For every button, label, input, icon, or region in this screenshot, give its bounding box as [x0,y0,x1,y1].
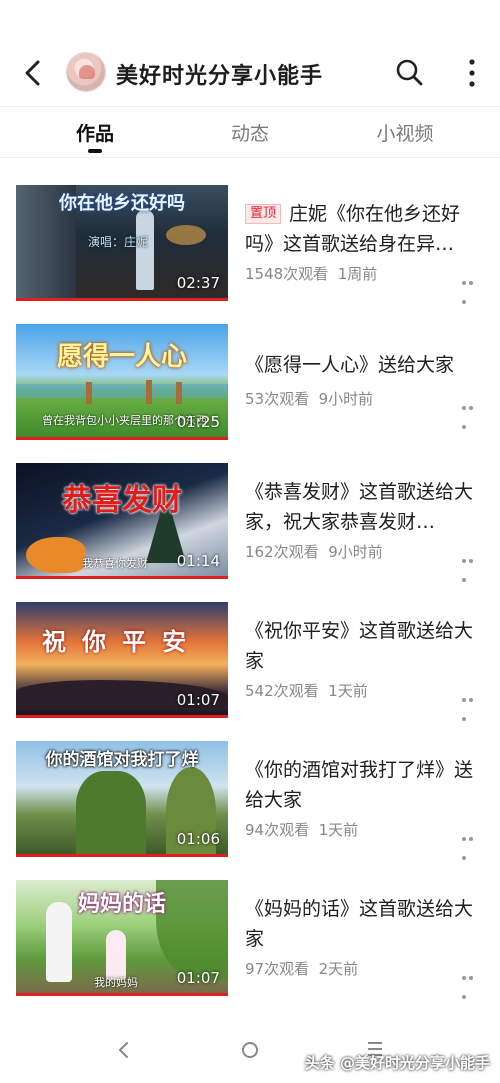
publish-time: 9小时前 [328,543,383,561]
video-info: 《祝你平安》这首歌送给大家 [245,616,485,676]
thumbnail-title: 恭喜发财 [62,483,182,518]
video-meta: 53次观看 9小时前 [245,388,373,409]
duration-label: 01:14 [176,552,220,570]
thumbnail-subtitle: 演唱：庄妮 [88,235,149,249]
list-item[interactable]: 祝你平安 01:07 《祝你平安》这首歌送给大家 542次观看 1天前 [0,602,500,721]
video-info: 《你的酒馆对我打了烊》送给大家 [245,755,485,815]
view-count: 542次观看 [245,682,319,700]
video-meta: 542次观看 1天前 [245,680,368,701]
nav-home-icon[interactable] [240,1040,260,1060]
video-thumbnail[interactable]: 你的酒馆对我打了烊 01:06 [16,741,228,857]
video-meta: 1548次观看 1周前 [245,263,377,284]
more-options-icon[interactable] [462,826,482,860]
duration-label: 01:25 [176,413,220,431]
more-vertical-icon[interactable] [466,58,478,88]
video-meta: 94次观看 1天前 [245,819,358,840]
view-count: 1548次观看 [245,265,329,283]
duration-label: 01:07 [176,691,220,709]
video-meta: 97次观看 2天前 [245,958,358,979]
video-thumbnail[interactable]: 祝你平安 01:07 [16,602,228,718]
duration-label: 01:07 [176,969,220,987]
list-item[interactable]: 你在他乡还好吗 演唱：庄妮 02:37 置顶 庄妮《你在他乡还好吗》这首歌送给身在… [0,185,500,304]
video-info: 《愿得一人心》送给大家 [245,338,485,380]
video-title[interactable]: 《祝你平安》这首歌送给大家 [245,616,485,676]
video-title[interactable]: 《妈妈的话》这首歌送给大家 [245,894,485,954]
back-arrow-icon[interactable] [18,58,48,88]
thumbnail-subtitle: 我的妈妈 [94,976,138,989]
video-info: 《妈妈的话》这首歌送给大家 [245,894,485,954]
more-options-icon[interactable] [462,270,482,304]
video-title[interactable]: 置顶 庄妮《你在他乡还好吗》这首歌送给身在异… [245,199,485,259]
tab-bar: 作品 动态 小视频 [0,106,500,158]
thumbnail-title: 妈妈的话 [77,892,166,917]
page-title: 美好时光分享小能手 [116,64,324,89]
thumbnail-title: 祝你平安 [42,628,202,656]
video-thumbnail[interactable]: 妈妈的话 我的妈妈 01:07 [16,880,228,996]
thumbnail-title: 你在他乡还好吗 [59,193,185,214]
watermark-text: 头条 @美好时光分享小能手 [304,1054,490,1072]
active-tab-indicator [88,149,102,153]
publish-time: 1天前 [328,682,368,700]
more-options-icon[interactable] [462,548,482,582]
list-item[interactable]: 你的酒馆对我打了烊 01:06 《你的酒馆对我打了烊》送给大家 94次观看 1天… [0,741,500,860]
more-options-icon[interactable] [462,965,482,999]
video-title[interactable]: 《愿得一人心》送给大家 [245,350,485,380]
video-info: 《恭喜发财》这首歌送给大家，祝大家恭喜发财… [245,477,485,537]
view-count: 97次观看 [245,960,310,978]
video-title[interactable]: 《你的酒馆对我打了烊》送给大家 [245,755,485,815]
view-count: 53次观看 [245,390,310,408]
pinned-badge: 置顶 [245,204,282,224]
view-count: 94次观看 [245,821,310,839]
tab-short-video[interactable]: 小视频 [360,119,450,146]
app-header: 美好时光分享小能手 [0,38,500,106]
duration-label: 02:37 [176,274,220,292]
video-title[interactable]: 《恭喜发财》这首歌送给大家，祝大家恭喜发财… [245,477,485,537]
list-item[interactable]: 恭喜发财 我恭喜你发财 01:14 《恭喜发财》这首歌送给大家，祝大家恭喜发财…… [0,463,500,582]
view-count: 162次观看 [245,543,319,561]
video-meta: 162次观看 9小时前 [245,541,383,562]
list-item[interactable]: 妈妈的话 我的妈妈 01:07 《妈妈的话》这首歌送给大家 97次观看 2天前 [0,880,500,999]
duration-label: 01:06 [176,830,220,848]
thumbnail-title: 愿得一人心 [56,342,187,372]
more-options-icon[interactable] [462,687,482,721]
publish-time: 2天前 [318,960,359,978]
search-icon[interactable] [394,57,424,87]
video-info: 置顶 庄妮《你在他乡还好吗》这首歌送给身在异… [245,199,485,259]
tab-works[interactable]: 作品 [50,119,140,146]
video-thumbnail[interactable]: 你在他乡还好吗 演唱：庄妮 02:37 [16,185,228,301]
publish-time: 1天前 [318,821,359,839]
avatar[interactable] [66,52,106,92]
list-item[interactable]: 愿得一人心 曾在我背包小小夹层里的那个东西 01:25 《愿得一人心》送给大家 … [0,324,500,442]
video-thumbnail[interactable]: 恭喜发财 我恭喜你发财 01:14 [16,463,228,579]
video-thumbnail[interactable]: 愿得一人心 曾在我背包小小夹层里的那个东西 01:25 [16,324,228,440]
thumbnail-subtitle: 我恭喜你发财 [82,557,148,570]
tab-activity[interactable]: 动态 [205,119,295,146]
nav-back-icon[interactable] [115,1040,131,1060]
thumbnail-title: 你的酒馆对我打了烊 [45,750,199,770]
publish-time: 1周前 [337,265,378,283]
publish-time: 9小时前 [318,390,374,408]
more-options-icon[interactable] [462,395,482,429]
